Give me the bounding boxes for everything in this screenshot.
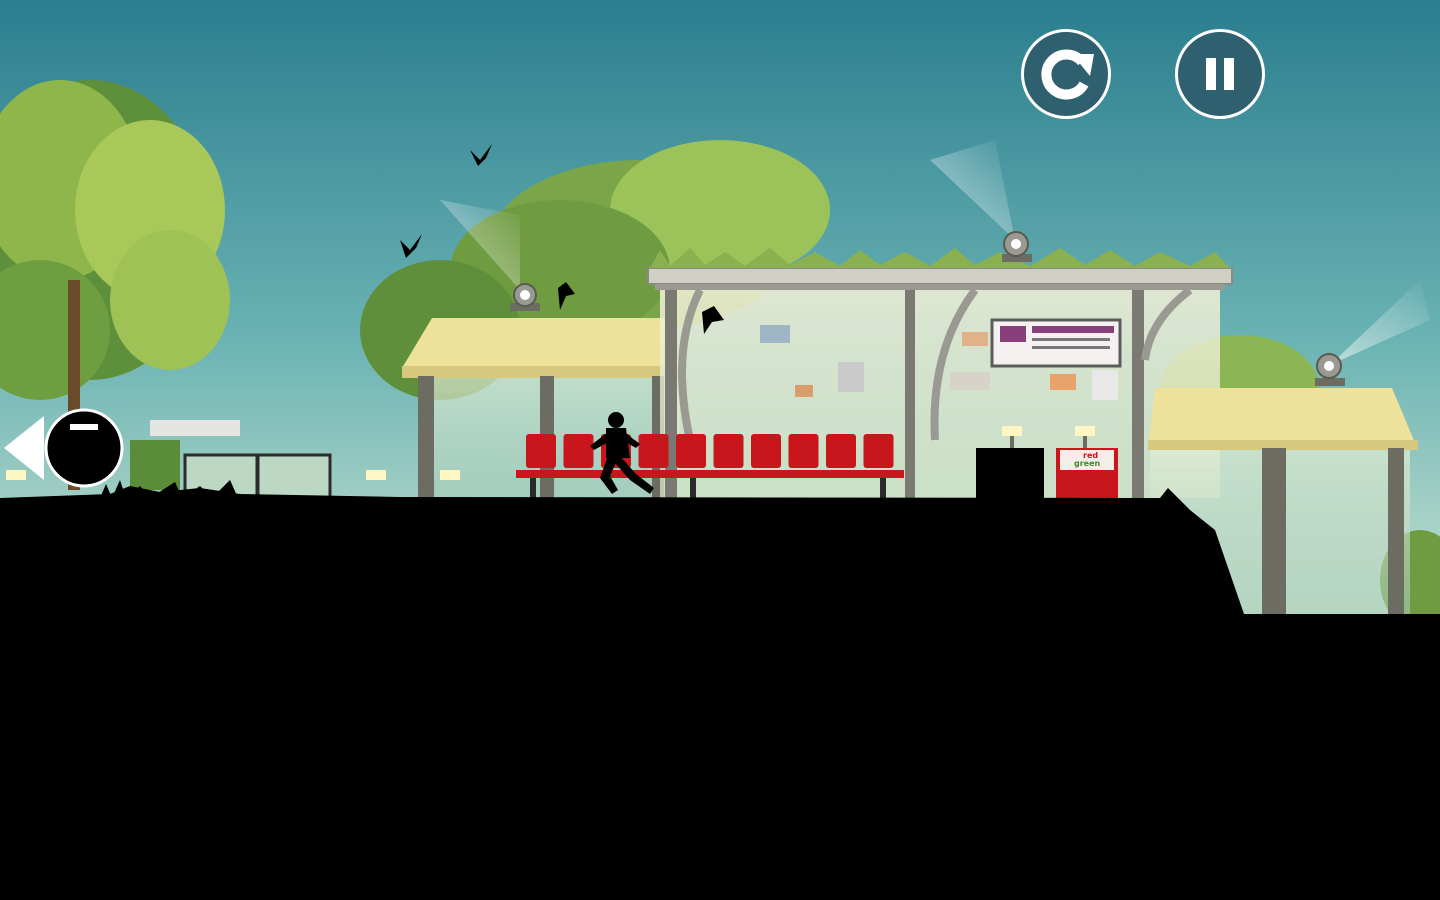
bench-seat <box>638 434 669 468</box>
hunter-offscreen-indicator <box>0 406 126 490</box>
bench-seat <box>751 434 781 468</box>
sign-label-green: green <box>1074 459 1101 468</box>
bench-seat <box>788 434 819 468</box>
restart-button[interactable] <box>1021 29 1111 119</box>
bench-seat <box>826 434 856 468</box>
bench-seat <box>676 434 706 468</box>
bench-seat <box>563 434 594 468</box>
hunter-offscreen-left-arrow-icon <box>4 408 124 488</box>
black-crate <box>976 448 1044 500</box>
pause-button[interactable] <box>1175 29 1265 119</box>
pause-icon <box>1206 58 1234 90</box>
restart-icon <box>1041 49 1094 100</box>
bench-seat <box>713 434 744 468</box>
bench-seat <box>526 434 556 468</box>
bench-seat <box>863 434 894 468</box>
game-scene <box>0 0 1440 900</box>
